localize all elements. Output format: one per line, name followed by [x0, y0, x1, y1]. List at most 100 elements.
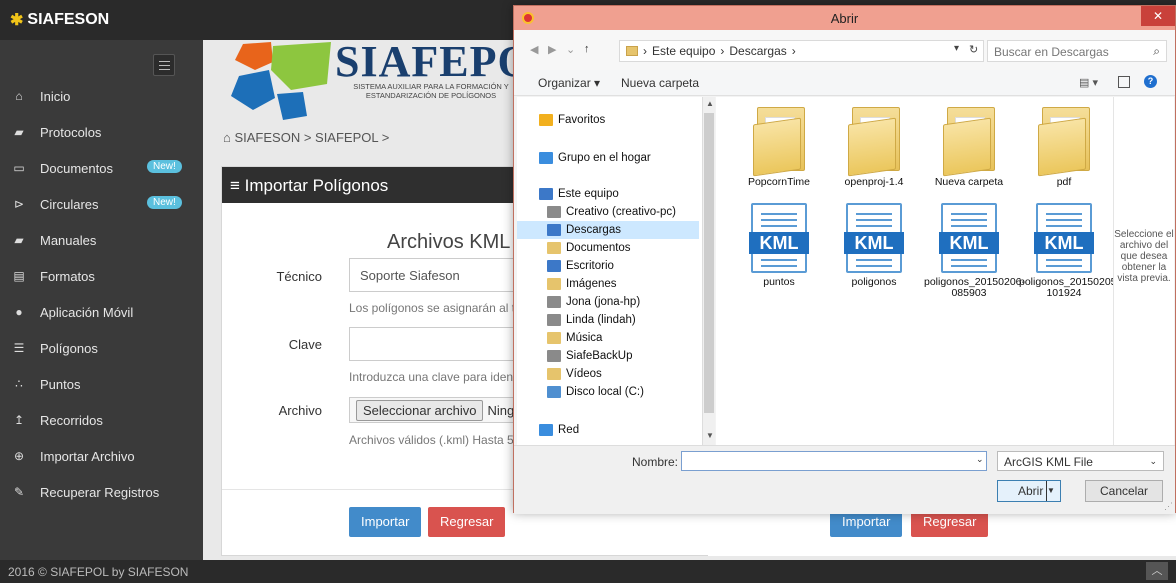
filename-label: Nombre: — [632, 455, 679, 469]
file-name: poligonos — [851, 276, 897, 288]
filename-input[interactable] — [681, 451, 987, 471]
panel-title: Importar Polígonos — [244, 176, 389, 195]
open-button-label: Abrir — [1018, 484, 1044, 498]
kml-file-item[interactable]: KML poligonos_20150205-101924 — [1019, 203, 1120, 299]
forward-nav-icon[interactable]: ▶ — [548, 43, 556, 56]
tree-scrollbar[interactable]: ▲ ▼ — [702, 97, 715, 445]
open-split-arrow-icon[interactable]: ▼ — [1046, 481, 1060, 501]
android-icon: ● — [15, 305, 23, 319]
folder-item[interactable]: PopcornTime — [734, 105, 824, 188]
view-options-icon[interactable]: ▤ ▾ — [1079, 76, 1098, 89]
file-name: poligonos_20150206-085903 — [924, 276, 1026, 299]
resize-grip-icon[interactable]: ⋰ — [1164, 501, 1173, 512]
tree-item-label: Imágenes — [566, 278, 617, 290]
kml-file-icon: KML — [749, 203, 809, 273]
dialog-titlebar: Abrir ✕ — [514, 6, 1175, 30]
home-icon: ⌂ — [223, 130, 235, 145]
folder-icon — [751, 105, 807, 177]
tree-item-red[interactable]: Red — [517, 421, 699, 439]
tree-item-favoritos[interactable]: Favoritos — [517, 111, 699, 129]
tree-folder-icon — [547, 260, 561, 272]
history-dropdown-icon[interactable]: ⌄ — [566, 43, 575, 56]
sidebar-item-pol-gonos[interactable]: ☰ Polígonos — [0, 330, 203, 366]
tree-item-jona-jona-hp-[interactable]: Jona (jona-hp) — [517, 293, 699, 311]
sidebar-item-aplicaci-n-m-vil[interactable]: ● Aplicación Móvil — [0, 294, 203, 330]
logo-subtitle: SISTEMA AUXILIAR PARA LA FORMACIÓN Y EST… — [353, 82, 509, 100]
tree-item-label: Creativo (creativo-pc) — [566, 206, 676, 218]
kml-badge: KML — [1034, 232, 1094, 254]
tree-item-label: Vídeos — [566, 368, 602, 380]
path-segment-equipo[interactable]: Este equipo — [652, 44, 715, 58]
tree-item-linda-lindah-[interactable]: Linda (lindah) — [517, 311, 699, 329]
tree-item-v-deos[interactable]: Vídeos — [517, 365, 699, 383]
kml-file-item[interactable]: KML poligonos_20150206-085903 — [924, 203, 1026, 299]
tree-item-disco-local-c-[interactable]: Disco local (C:) — [517, 383, 699, 401]
brand-name: SIAFESON — [27, 11, 110, 28]
tree-item-documentos[interactable]: Documentos — [517, 239, 699, 257]
new-folder-button[interactable]: Nueva carpeta — [621, 76, 699, 90]
dialog-close-button[interactable]: ✕ — [1141, 6, 1175, 26]
up-nav-icon[interactable]: ↑ — [584, 43, 590, 55]
address-bar[interactable]: › Este equipo › Descargas › — [619, 40, 984, 62]
select-file-button[interactable]: Seleccionar archivo — [356, 399, 484, 421]
tree-item-escritorio[interactable]: Escritorio — [517, 257, 699, 275]
sidebar-item-documentos[interactable]: ▭ Documentos New! — [0, 150, 203, 186]
back-button[interactable]: Regresar — [428, 507, 506, 537]
cancel-button[interactable]: Cancelar — [1085, 480, 1163, 502]
tree-item-grupo-en-el-hogar[interactable]: Grupo en el hogar — [517, 149, 699, 167]
sidebar-item-formatos[interactable]: ▤ Formatos — [0, 258, 203, 294]
tree-folder-icon — [547, 224, 561, 236]
tree-item-im-genes[interactable]: Imágenes — [517, 275, 699, 293]
kml-file-item[interactable]: KML puntos — [734, 203, 824, 288]
kml-badge: KML — [939, 232, 999, 254]
back-nav-icon[interactable]: ◀ — [530, 43, 538, 56]
tree-item-m-sica[interactable]: Música — [517, 329, 699, 347]
preview-pane-icon[interactable] — [1118, 76, 1130, 88]
sidebar-toggle-button[interactable] — [153, 54, 175, 76]
sidebar-item-recuperar-registros[interactable]: ✎ Recuperar Registros — [0, 474, 203, 510]
import-button[interactable]: Importar — [349, 507, 422, 537]
tree-item-creativo-creativo-pc-[interactable]: Creativo (creativo-pc) — [517, 203, 699, 221]
search-icon: ⌕ — [1153, 44, 1160, 58]
address-dropdown-icon[interactable]: ▾ — [954, 43, 959, 54]
breadcrumb-text[interactable]: SIAFESON > SIAFEPOL > — [234, 130, 389, 145]
open-button[interactable]: Abrir ▼ — [997, 480, 1061, 502]
sidebar-item-puntos[interactable]: ∴ Puntos — [0, 366, 203, 402]
scroll-top-button[interactable]: ︿ — [1146, 562, 1168, 580]
search-input[interactable]: Buscar en Descargas ⌕ — [987, 40, 1167, 62]
dialog-navbar: ◀ ▶ ⌄ ↑ › Este equipo › Descargas › ▾ ↻ … — [514, 30, 1175, 70]
folder-item[interactable]: pdf — [1019, 105, 1109, 188]
search-placeholder: Buscar en Descargas — [994, 45, 1109, 59]
folder-item[interactable]: Nueva carpeta — [924, 105, 1014, 188]
path-segment-descargas[interactable]: Descargas — [729, 44, 786, 58]
tree-item-siafebackup[interactable]: SiafeBackUp — [517, 347, 699, 365]
kml-badge: KML — [844, 232, 904, 254]
help-icon[interactable]: ? — [1144, 75, 1157, 88]
sidebar-item-manuales[interactable]: ▰ Manuales — [0, 222, 203, 258]
home-icon: ⌂ — [15, 89, 23, 103]
tree-item-este-equipo[interactable]: Este equipo — [517, 185, 699, 203]
organize-button[interactable]: Organizar ▾ — [538, 76, 600, 90]
sidebar-item-inicio[interactable]: ⌂ Inicio — [0, 78, 203, 114]
file-type-select[interactable]: ArcGIS KML File ⌄ — [997, 451, 1164, 471]
tree-item-label: Favoritos — [558, 114, 606, 126]
sidebar-item-circulares[interactable]: ⊳ Circulares New! — [0, 186, 203, 222]
file-input[interactable]: Seleccionar archivo Ningú — [349, 397, 529, 423]
sidebar-item-recorridos[interactable]: ↥ Recorridos — [0, 402, 203, 438]
clave-help: Introduzca una clave para identi — [349, 370, 520, 384]
file-name: pdf — [1056, 176, 1072, 188]
menu-icon: ≡ — [230, 176, 245, 195]
sidebar: ⌂ Inicio ▰ Protocolos ▭ Documentos New! ⊳ Circul… — [0, 40, 203, 560]
kml-file-icon: KML — [939, 203, 999, 273]
folder-icon — [626, 46, 638, 56]
sidebar-item-label: Importar Archivo — [40, 448, 135, 464]
tree-folder-icon — [539, 424, 553, 436]
sidebar-item-protocolos[interactable]: ▰ Protocolos — [0, 114, 203, 150]
folder-item[interactable]: openproj-1.4 — [829, 105, 919, 188]
brand-logo[interactable]: ✱ SIAFESON — [10, 10, 109, 30]
tree-item-descargas[interactable]: Descargas — [517, 221, 699, 239]
refresh-icon[interactable]: ↻ — [969, 43, 978, 56]
kml-file-item[interactable]: KML poligonos — [829, 203, 919, 288]
sidebar-item-importar-archivo[interactable]: ⊕ Importar Archivo — [0, 438, 203, 474]
filename-dropdown-icon[interactable]: ⌄ — [976, 454, 984, 465]
